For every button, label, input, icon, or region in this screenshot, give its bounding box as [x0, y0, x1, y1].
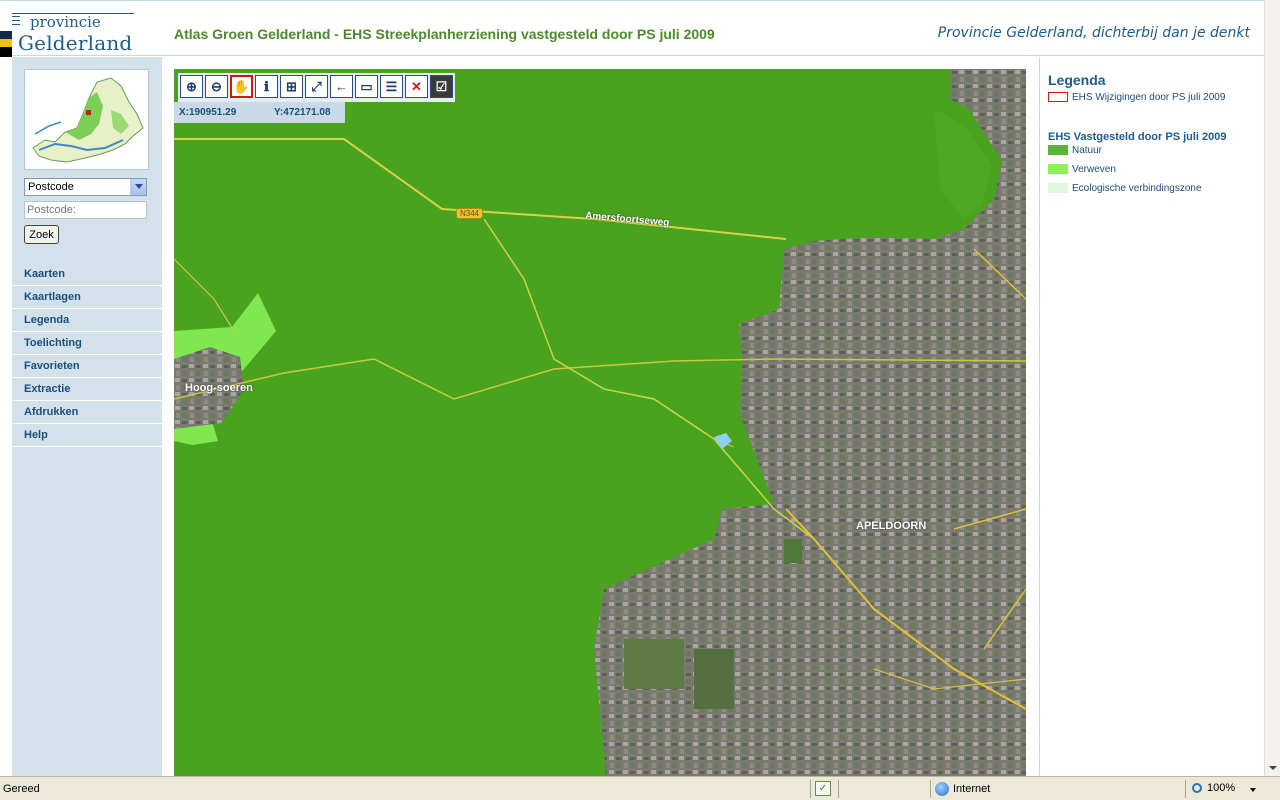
info-button[interactable]: ℹ: [255, 75, 278, 98]
measure-button[interactable]: ⊞: [280, 75, 303, 98]
browser-window: provincie Gelderland Atlas Groen Gelderl…: [0, 0, 1280, 800]
legend-group-title: EHS Vastgesteld door PS juli 2009: [1048, 131, 1227, 143]
globe-icon: [935, 782, 949, 796]
nav-item-extractie[interactable]: Extractie: [12, 378, 162, 401]
overview-location-marker: [86, 110, 91, 115]
overview-map-image: [32, 77, 144, 163]
nav-item-help[interactable]: Help: [12, 424, 162, 447]
search-type-select[interactable]: Postcode: [24, 178, 147, 196]
legend-swatch: [1048, 164, 1068, 174]
measure-icon: ⊞: [286, 79, 297, 94]
nav-item-kaartlagen[interactable]: Kaartlagen: [12, 286, 162, 309]
full-extent-button[interactable]: ⤢: [305, 75, 328, 98]
coordinate-readout: X:190951.29 Y:472171.08: [174, 102, 345, 123]
info-icon: ℹ: [264, 79, 269, 94]
map-image: [174, 69, 1026, 776]
full-extent-icon: ⤢: [311, 79, 322, 94]
overview-map[interactable]: [24, 69, 149, 170]
logo-bar-navy: [0, 31, 12, 39]
clear-button[interactable]: ✕: [405, 75, 428, 98]
zoom-in-icon: ⊕: [186, 79, 197, 94]
page-title: Atlas Groen Gelderland - EHS Streekplanh…: [174, 26, 715, 42]
list-icon: ☰: [385, 79, 398, 94]
left-sidebar: Postcode Zoek Kaarten Kaartlagen Legenda…: [12, 57, 162, 776]
scroll-down-icon[interactable]: [1265, 760, 1280, 776]
logo-bar-yellow: [0, 39, 12, 47]
legend-label: Verweven: [1072, 164, 1116, 175]
legend-swatch: [1048, 92, 1068, 102]
map-toolbar: ⊕ ⊖ ✋ ℹ ⊞ ⤢ ← ▭ ☰ ✕ ☑: [178, 73, 455, 102]
back-button[interactable]: ←: [330, 75, 353, 98]
security-zone-label: Internet: [953, 783, 991, 795]
zoom-in-button[interactable]: ⊕: [180, 75, 203, 98]
status-separator: [838, 780, 839, 798]
chevron-down-icon[interactable]: [1250, 788, 1256, 792]
pan-hand-icon: ✋: [233, 79, 250, 94]
logo-text-provincie: provincie: [30, 13, 101, 31]
coordinate-x: X:190951.29: [179, 107, 237, 118]
legend-swatch: [1048, 183, 1068, 193]
logo-text-gelderland: Gelderland: [18, 31, 133, 55]
security-certificate-icon[interactable]: ✓: [815, 781, 831, 796]
legend-label: EHS Wijzigingen door PS juli 2009: [1072, 92, 1226, 103]
nav-item-toelichting[interactable]: Toelichting: [12, 332, 162, 355]
back-arrow-icon: ←: [335, 79, 348, 94]
nav-item-afdrukken[interactable]: Afdrukken: [12, 401, 162, 424]
rectangle-select-icon: ▭: [360, 79, 373, 94]
checkbox-icon: ☑: [435, 79, 448, 94]
status-text: Gereed: [3, 783, 40, 795]
nav-item-kaarten[interactable]: Kaarten: [12, 263, 162, 286]
status-separator: [930, 780, 931, 798]
legend-panel: Legenda EHS Wijzigingen door PS juli 200…: [1039, 57, 1264, 776]
status-separator: [810, 780, 811, 798]
legend-swatch: [1048, 145, 1068, 155]
postcode-input[interactable]: [24, 201, 147, 219]
pan-button[interactable]: ✋: [230, 75, 253, 98]
nav-item-favorieten[interactable]: Favorieten: [12, 355, 162, 378]
zoom-out-icon: ⊖: [211, 79, 222, 94]
road-number-label: N344: [456, 208, 484, 219]
vertical-scrollbar[interactable]: [1264, 0, 1280, 776]
sidebar-nav: Kaarten Kaartlagen Legenda Toelichting F…: [12, 263, 162, 447]
chevron-down-icon[interactable]: [130, 179, 146, 195]
zoek-button[interactable]: Zoek: [24, 225, 59, 244]
coordinate-y: Y:472171.08: [274, 107, 331, 118]
legend-label: Natuur: [1072, 145, 1103, 156]
rectangle-select-button[interactable]: ▭: [355, 75, 378, 98]
legend-title: Legenda: [1048, 72, 1106, 88]
magnifier-icon: [1192, 783, 1202, 793]
provincie-gelderland-logo[interactable]: provincie Gelderland: [0, 13, 135, 57]
status-separator: [1185, 780, 1186, 798]
zoom-out-button[interactable]: ⊖: [205, 75, 228, 98]
checkbox-button[interactable]: ☑: [430, 75, 453, 98]
search-type-selected: Postcode: [28, 181, 74, 193]
logo-bar-black: [0, 47, 12, 57]
page-header: provincie Gelderland Atlas Groen Gelderl…: [0, 0, 1264, 57]
zoom-level-label: 100%: [1207, 782, 1236, 794]
clear-icon: ✕: [411, 79, 422, 94]
slogan: Provincie Gelderland, dichterbij dan je …: [937, 25, 1250, 41]
status-bar: Gereed ✓ Internet 100%: [0, 776, 1280, 800]
logo-lines-icon: [12, 16, 20, 28]
logo-bar-white: [0, 13, 12, 23]
map-canvas[interactable]: N344 Amersfoortseweg Hoog-soeren APELDOO…: [174, 69, 1026, 776]
nav-item-legenda[interactable]: Legenda: [12, 309, 162, 332]
list-button[interactable]: ☰: [380, 75, 403, 98]
village-label: Hoog-soeren: [185, 382, 253, 394]
city-label: APELDOORN: [856, 520, 927, 532]
legend-label: Ecologische verbindingszone: [1072, 183, 1202, 194]
